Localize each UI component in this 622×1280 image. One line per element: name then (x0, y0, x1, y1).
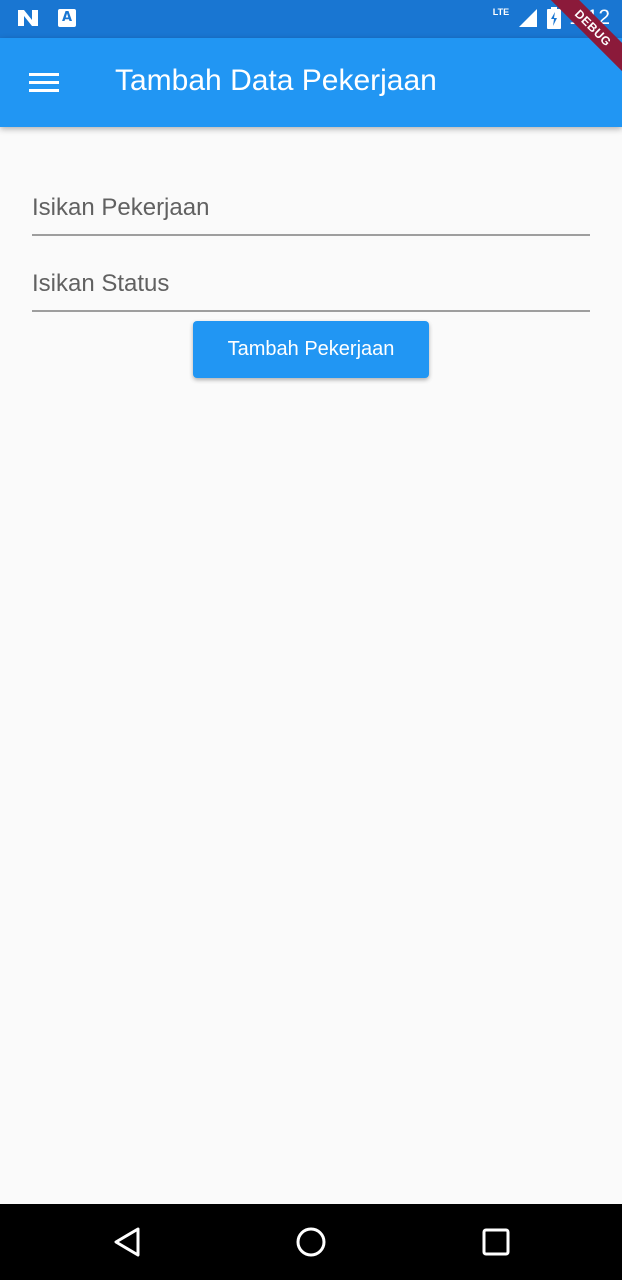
navigation-bar (0, 1204, 622, 1280)
app-bar: Tambah Data Pekerjaan (0, 38, 622, 127)
battery-charging-icon (547, 7, 562, 29)
n-notification-icon (18, 10, 38, 26)
status-bar: A LTE 1:12 (0, 0, 622, 38)
hamburger-menu-icon (29, 71, 59, 93)
pekerjaan-field (32, 160, 590, 236)
tambah-pekerjaan-button[interactable]: Tambah Pekerjaan (193, 321, 429, 378)
back-triangle-icon[interactable] (110, 1224, 146, 1260)
page-title: Tambah Data Pekerjaan (115, 64, 437, 97)
signal-icon (519, 9, 538, 27)
status-input[interactable] (32, 236, 590, 310)
menu-button[interactable] (22, 60, 66, 104)
pekerjaan-input[interactable] (32, 160, 590, 234)
status-field (32, 236, 590, 312)
form-container (32, 160, 590, 312)
recent-apps-square-icon[interactable] (478, 1224, 514, 1260)
home-circle-icon[interactable] (293, 1224, 329, 1260)
network-type: LTE (492, 7, 510, 17)
a-notification-icon: A (58, 9, 76, 27)
